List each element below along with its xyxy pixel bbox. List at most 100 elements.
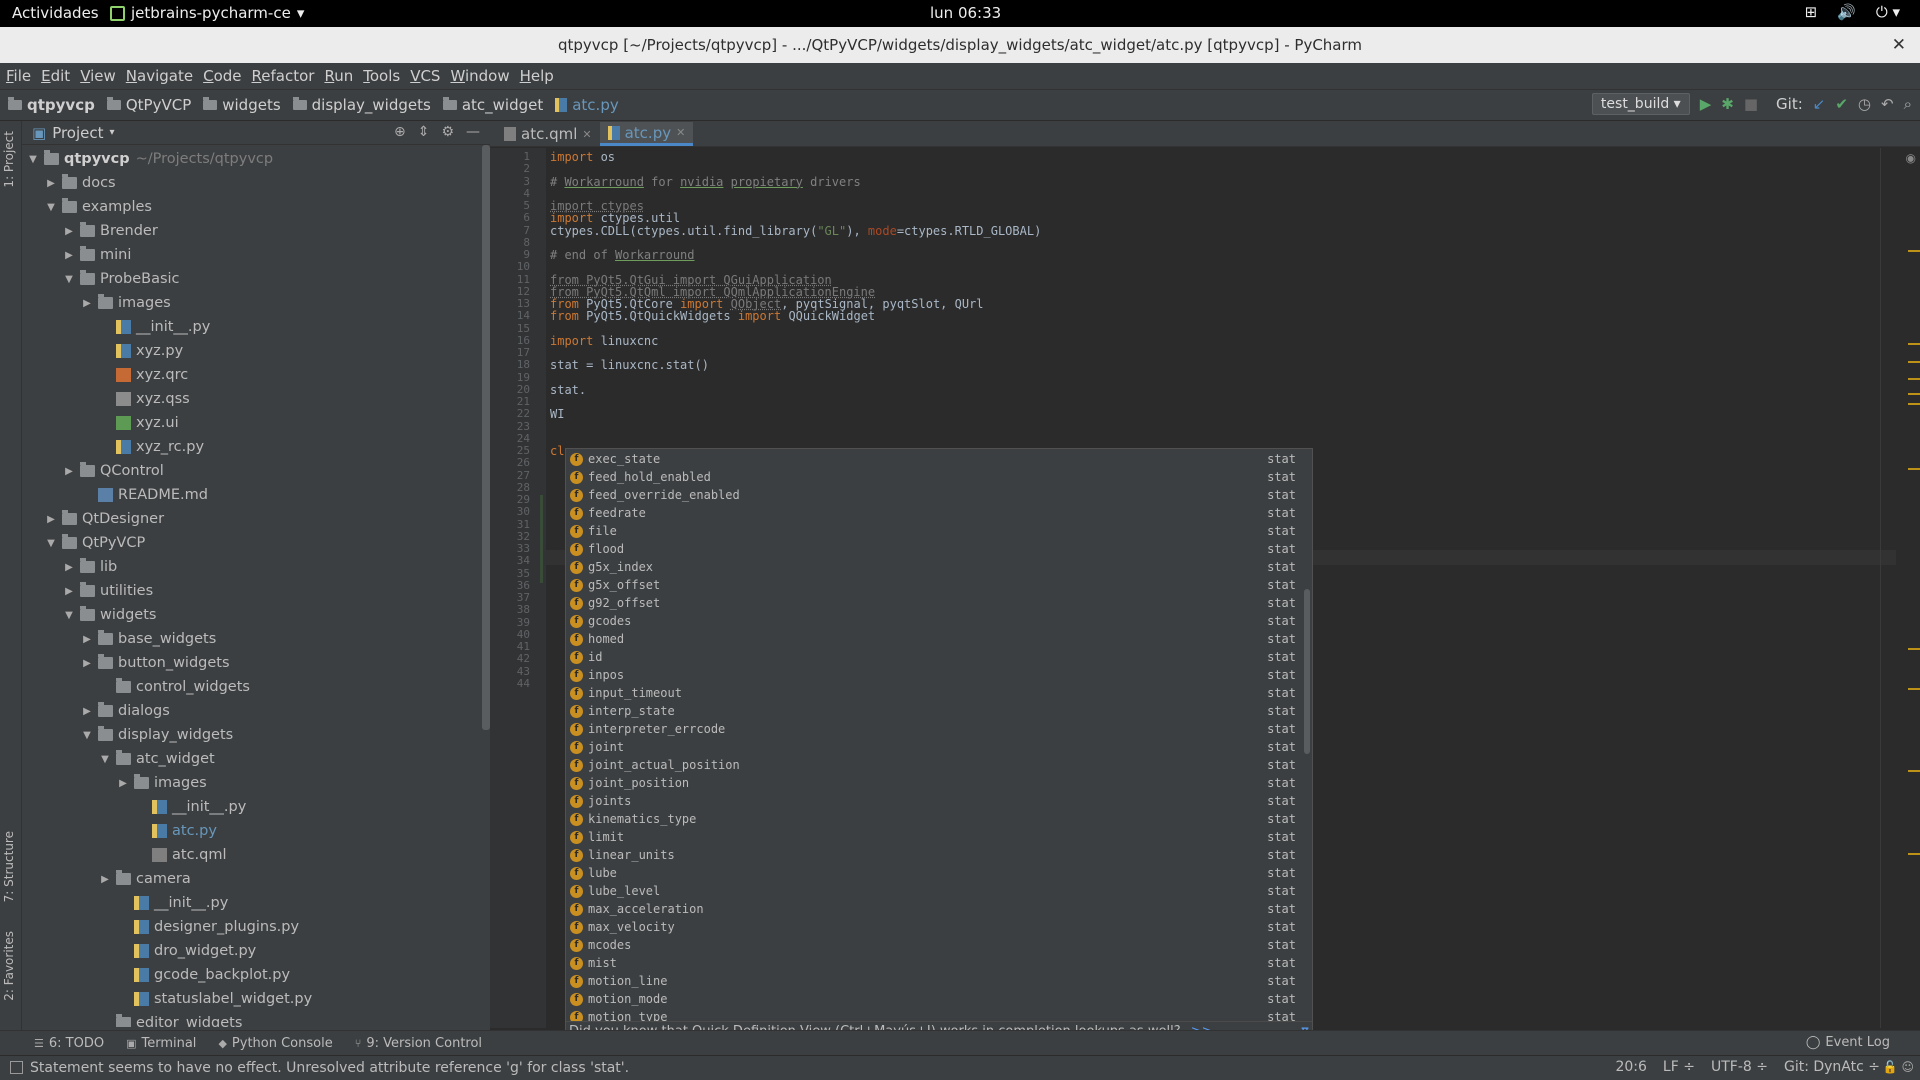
completion-item[interactable]: f joint_position stat: [566, 774, 1296, 792]
collapsed-arrow-icon[interactable]: ▶: [80, 634, 94, 645]
tree-item[interactable]: xyz.qrc: [22, 363, 477, 387]
run-icon[interactable]: ▶: [1700, 95, 1712, 113]
warning-marker[interactable]: [1908, 393, 1920, 395]
collapsed-arrow-icon[interactable]: ▶: [62, 226, 76, 237]
completion-item[interactable]: f limit stat: [566, 828, 1296, 846]
warning-marker[interactable]: [1908, 403, 1920, 405]
collapsed-arrow-icon[interactable]: ▶: [62, 466, 76, 477]
collapsed-arrow-icon[interactable]: ▶: [62, 250, 76, 261]
completion-scrollbar[interactable]: [1304, 589, 1310, 754]
completion-item[interactable]: f motion_line stat: [566, 972, 1296, 990]
line-separator[interactable]: LF ÷: [1663, 1059, 1695, 1075]
git-history-icon[interactable]: ◷: [1858, 95, 1871, 113]
debug-icon[interactable]: ✱: [1721, 95, 1734, 113]
expanded-arrow-icon[interactable]: ▼: [62, 610, 76, 621]
tree-item[interactable]: dro_widget.py: [22, 939, 477, 963]
close-tab-icon[interactable]: ✕: [676, 126, 685, 139]
completion-item[interactable]: f input_timeout stat: [566, 684, 1296, 702]
breadcrumb-item[interactable]: atc.py: [555, 96, 619, 114]
completion-item[interactable]: f joint stat: [566, 738, 1296, 756]
expanded-arrow-icon[interactable]: ▼: [44, 538, 58, 549]
completion-item[interactable]: f joints stat: [566, 792, 1296, 810]
completion-item[interactable]: f linear_units stat: [566, 846, 1296, 864]
menu-file[interactable]: File: [6, 67, 31, 85]
caret-position[interactable]: 20:6: [1615, 1059, 1646, 1075]
tree-item[interactable]: ▶ camera: [22, 867, 477, 891]
tree-item[interactable]: ▼ widgets: [22, 603, 477, 627]
tool-window-python-console[interactable]: ◆ Python Console: [218, 1036, 332, 1051]
tree-item[interactable]: ▶ lib: [22, 555, 477, 579]
event-log-button[interactable]: ◯ Event Log: [1806, 1035, 1890, 1050]
project-tool-tab[interactable]: 1: Project: [2, 131, 16, 188]
expanded-arrow-icon[interactable]: ▼: [98, 754, 112, 765]
completion-item[interactable]: f homed stat: [566, 630, 1296, 648]
collapsed-arrow-icon[interactable]: ▶: [44, 514, 58, 525]
collapse-all-icon[interactable]: ⇕: [418, 124, 430, 140]
expanded-arrow-icon[interactable]: ▼: [26, 154, 40, 165]
completion-item[interactable]: f file stat: [566, 522, 1296, 540]
app-menu[interactable]: jetbrains-pycharm-ce ▾: [110, 4, 304, 22]
collapsed-arrow-icon[interactable]: ▶: [116, 778, 130, 789]
git-branch[interactable]: Git: DynAtc ÷: [1784, 1059, 1880, 1075]
completion-item[interactable]: f interp_state stat: [566, 702, 1296, 720]
tree-item[interactable]: ▶ Brender: [22, 219, 477, 243]
warning-marker[interactable]: [1908, 648, 1920, 650]
completion-item[interactable]: f gcodes stat: [566, 612, 1296, 630]
git-commit-icon[interactable]: ✔: [1835, 95, 1848, 113]
tree-item[interactable]: ▼ atc_widget: [22, 747, 477, 771]
menu-edit[interactable]: Edit: [41, 67, 70, 85]
warning-marker[interactable]: [1908, 250, 1920, 252]
tree-item[interactable]: xyz_rc.py: [22, 435, 477, 459]
tree-item[interactable]: gcode_backplot.py: [22, 963, 477, 987]
tab-atc-py[interactable]: atc.py ✕: [599, 122, 694, 146]
completion-item[interactable]: f motion_mode stat: [566, 990, 1296, 1008]
lock-icon[interactable]: 🔓 ☺: [1883, 1060, 1914, 1074]
tree-item[interactable]: __init__.py: [22, 795, 477, 819]
warning-marker[interactable]: [1908, 343, 1920, 345]
menu-code[interactable]: Code: [203, 67, 241, 85]
tree-item[interactable]: ▼ ProbeBasic: [22, 267, 477, 291]
tree-item[interactable]: statuslabel_widget.py: [22, 987, 477, 1011]
completion-item[interactable]: f g92_offset stat: [566, 594, 1296, 612]
menu-refactor[interactable]: Refactor: [252, 67, 315, 85]
tree-item[interactable]: ▶ docs: [22, 171, 477, 195]
completion-item[interactable]: f inpos stat: [566, 666, 1296, 684]
completion-item[interactable]: f g5x_offset stat: [566, 576, 1296, 594]
completion-item[interactable]: f mcodes stat: [566, 936, 1296, 954]
tree-item[interactable]: ▶ QControl: [22, 459, 477, 483]
close-window-button[interactable]: ✕: [1892, 27, 1906, 63]
menu-navigate[interactable]: Navigate: [126, 67, 193, 85]
collapsed-arrow-icon[interactable]: ▶: [44, 178, 58, 189]
menu-help[interactable]: Help: [520, 67, 554, 85]
completion-item[interactable]: f max_velocity stat: [566, 918, 1296, 936]
tree-item[interactable]: atc.py: [22, 819, 477, 843]
tree-item[interactable]: ▼ qtpyvcp ~/Projects/qtpyvcp: [22, 147, 477, 171]
completion-item[interactable]: f g5x_index stat: [566, 558, 1296, 576]
tool-window----todo[interactable]: ☰ 6: TODO: [34, 1036, 104, 1051]
project-tree-scrollbar[interactable]: [482, 145, 490, 730]
breadcrumb-item[interactable]: QtPyVCP: [106, 96, 191, 114]
tree-item[interactable]: xyz.ui: [22, 411, 477, 435]
tree-item[interactable]: xyz.py: [22, 339, 477, 363]
expanded-arrow-icon[interactable]: ▼: [62, 274, 76, 285]
tree-item[interactable]: ▼ display_widgets: [22, 723, 477, 747]
completion-item[interactable]: f joint_actual_position stat: [566, 756, 1296, 774]
breadcrumb-item[interactable]: widgets: [203, 96, 281, 114]
git-revert-icon[interactable]: ↶: [1881, 95, 1894, 113]
tree-item[interactable]: ▶ button_widgets: [22, 651, 477, 675]
hide-icon[interactable]: —: [466, 124, 480, 140]
completion-item[interactable]: f exec_state stat: [566, 450, 1296, 468]
warning-marker[interactable]: [1908, 378, 1920, 380]
tree-item[interactable]: xyz.qss: [22, 387, 477, 411]
status-toggle-icon[interactable]: [10, 1061, 23, 1074]
tree-item[interactable]: ▶ mini: [22, 243, 477, 267]
git-update-icon[interactable]: ↙: [1813, 95, 1826, 113]
tree-item[interactable]: ▼ examples: [22, 195, 477, 219]
menu-run[interactable]: Run: [324, 67, 353, 85]
tree-item[interactable]: __init__.py: [22, 891, 477, 915]
completion-item[interactable]: f lube_level stat: [566, 882, 1296, 900]
tree-item[interactable]: atc.qml: [22, 843, 477, 867]
warning-marker[interactable]: [1908, 770, 1920, 772]
completion-item[interactable]: f interpreter_errcode stat: [566, 720, 1296, 738]
completion-item[interactable]: f mist stat: [566, 954, 1296, 972]
